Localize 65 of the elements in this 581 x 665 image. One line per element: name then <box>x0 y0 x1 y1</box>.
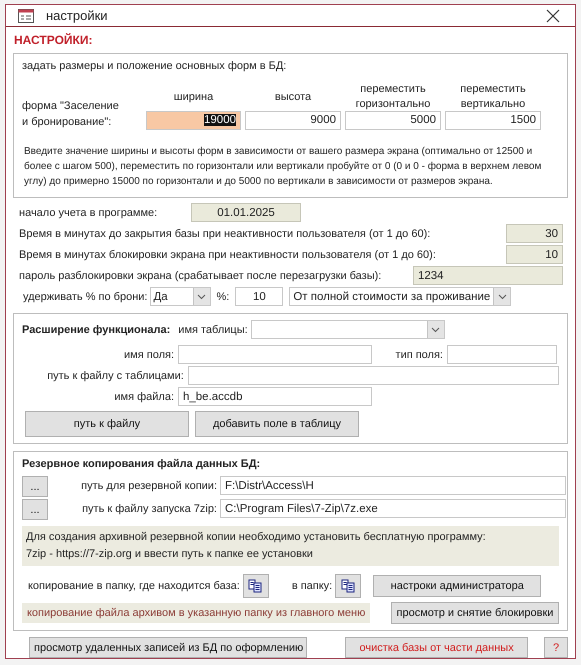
dropdown-chevron-icon <box>431 326 440 332</box>
browse-button[interactable]: ... <box>22 499 48 520</box>
table-file-path-input[interactable] <box>188 366 559 385</box>
dropdown-chevron-icon <box>498 294 507 300</box>
footer-button[interactable]: просмотр удаленных записей из БД по оформлению <box>29 637 307 658</box>
add-field-button[interactable]: добавить поле в таблицу <box>195 411 359 437</box>
field-label: удерживать % по брони: <box>23 290 148 302</box>
table-name-dropdown[interactable] <box>250 320 445 339</box>
field-label: имя поля: <box>123 348 174 360</box>
info-text: 7zip - https://7-zip.org и ввести путь к папке ее установки <box>26 547 314 562</box>
number-field[interactable]: 19000 <box>146 110 241 130</box>
unlock-button[interactable]: просмотр и снятие блокировки <box>391 602 559 624</box>
field-type-input[interactable] <box>447 345 557 364</box>
field-name-input[interactable] <box>178 345 372 364</box>
column-header: переместить горизонтально <box>354 82 432 112</box>
archive-note: копирование файла архивом в указанную папку из главного меню <box>22 603 370 623</box>
column-header: переместить вертикально <box>459 82 527 112</box>
percent-field[interactable]: 10 <box>235 287 284 306</box>
field-label: пароль разблокировки экрана (срабатывает после перезагрузки базы): <box>19 270 382 282</box>
number-field[interactable]: 30 <box>506 224 563 243</box>
number-field[interactable]: 5000 <box>345 110 441 130</box>
file-path-button[interactable]: путь к файлу <box>25 411 189 437</box>
field-label: Время в минутах до закрытия базы при неактивности пользователя (от 1 до 60): <box>19 228 430 240</box>
field-label: путь к файлу запуска 7zip: <box>81 502 217 514</box>
number-field[interactable]: 9000 <box>245 110 341 130</box>
form-icon <box>18 8 34 22</box>
footer-button[interactable]: ? <box>544 637 568 658</box>
section-title: Резервное копирования файла данных БД: <box>22 458 262 470</box>
file-name-input[interactable]: h_be.accdb <box>178 387 372 406</box>
number-field[interactable]: 10 <box>506 245 563 264</box>
section-title: задать размеры и положение основных форм в БД: <box>22 60 288 72</box>
copy-to-button[interactable] <box>335 574 362 598</box>
password-field[interactable]: 1234 <box>413 266 563 285</box>
form-label: форма "Заселение и бронирование": <box>22 99 120 130</box>
dropdown-chevron-icon <box>197 294 206 300</box>
admin-settings-button[interactable]: настроки администратора <box>373 575 542 597</box>
field-label: путь к файлу с таблицами: <box>46 370 184 382</box>
copy-here-button[interactable] <box>242 574 269 598</box>
number-field[interactable]: 1500 <box>445 110 541 130</box>
instructions-text: Введите значение ширины и высоты форм в зависимости от вашего размера экрана (оптимально от 12500 и более с шагом 500), переместить по горизонтали или вертикали пробуйте от 0 (0 и 0 - форма в верхнем левом углу) до примерно 15000 по горизонтали и до 5000 по вертикали в зависимости от размеров экрана. <box>24 145 542 189</box>
field-label: копирование в папку, где находится база: <box>28 580 240 592</box>
column-header: ширина <box>172 90 214 104</box>
settings-heading: НАСТРОЙКИ: <box>14 33 94 47</box>
field-label: в папку: <box>292 580 332 592</box>
column-header: высота <box>274 90 312 104</box>
yes-no-dropdown[interactable]: Да <box>150 287 210 306</box>
field-label: начало учета в программе: <box>19 206 158 218</box>
copy-icon <box>340 579 356 593</box>
close-button[interactable] <box>545 8 561 24</box>
path-input[interactable]: C:\Program Files\7-Zip\7z.exe <box>220 499 566 518</box>
field-label: имя таблицы: <box>178 324 248 336</box>
copy-icon <box>248 579 264 593</box>
basis-dropdown[interactable]: От полной стоимости за проживание <box>289 287 512 306</box>
window-title: настройки <box>46 8 109 23</box>
date-field[interactable]: 01.01.2025 <box>191 203 301 222</box>
path-input[interactable]: F:\Distr\Access\H <box>220 476 566 495</box>
info-text: Для создания архивной резервной копии необходимо установить бесплатную программу: <box>26 530 487 545</box>
field-label: тип поля: <box>394 348 443 360</box>
field-label: имя файла: <box>113 390 174 402</box>
percent-label: %: <box>216 290 230 302</box>
browse-button[interactable]: ... <box>22 476 48 497</box>
section-title: Расширение функционала: <box>22 324 170 336</box>
field-label: путь для резервной копии: <box>80 480 217 492</box>
footer-button[interactable]: очистка базы от части данных <box>345 637 528 658</box>
field-label: Время в минутах блокировки экрана при неактивности пользователя (от 1 до 60): <box>19 248 436 260</box>
